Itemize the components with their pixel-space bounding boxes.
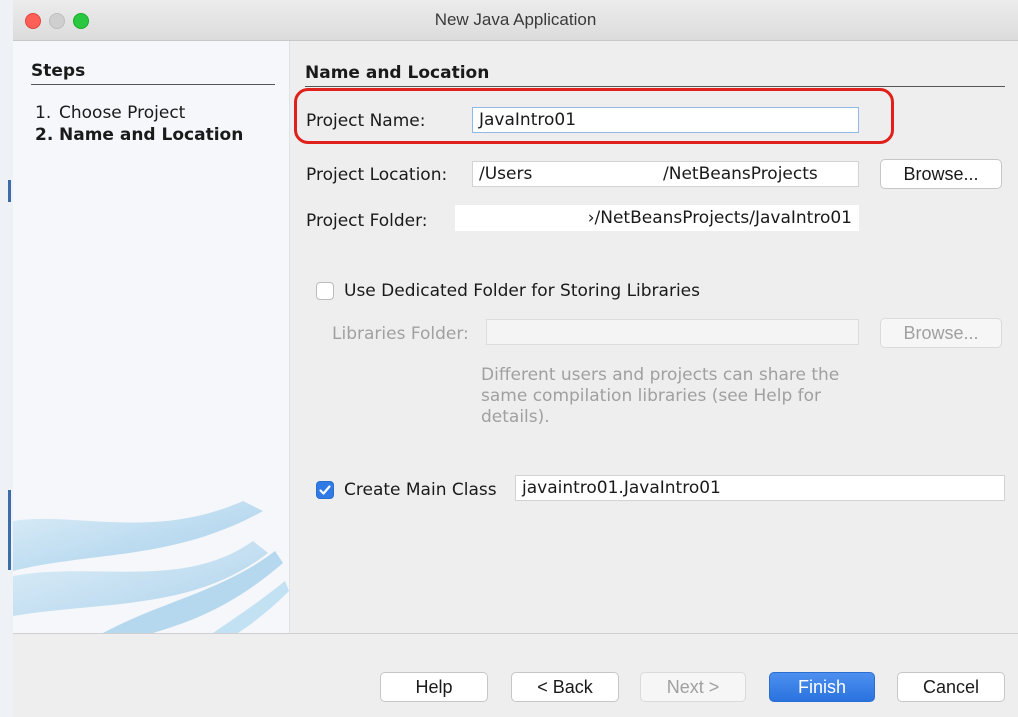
create-main-class-label[interactable]: Create Main Class	[344, 480, 497, 500]
dedicated-folder-label[interactable]: Use Dedicated Folder for Storing Librari…	[344, 281, 700, 301]
project-location-path-start: /Users	[479, 164, 533, 184]
desktop-edge-mark	[8, 180, 11, 202]
desktop-edge-mark	[8, 490, 11, 570]
desktop-edge	[0, 0, 13, 717]
title-bar: New Java Application	[13, 0, 1018, 41]
dedicated-folder-checkbox[interactable]	[316, 282, 334, 300]
project-folder-label: Project Folder:	[306, 211, 428, 231]
checkmark-icon	[319, 485, 331, 495]
step-number: 2.	[35, 125, 54, 145]
create-main-class-checkbox[interactable]	[316, 481, 334, 499]
step-item-choose-project: 1. Choose Project	[35, 103, 185, 123]
libraries-hint-text: Different users and projects can share t…	[481, 365, 840, 427]
window-title: New Java Application	[434, 10, 597, 29]
section-heading: Name and Location	[305, 63, 490, 83]
back-button[interactable]: < Back	[511, 672, 619, 702]
project-location-label: Project Location:	[306, 165, 448, 185]
steps-panel: Steps 1. Choose Project 2. Name and Locati…	[13, 41, 290, 633]
step-item-name-and-location: 2. Name and Location	[35, 125, 243, 145]
main-class-input[interactable]: javaintro01.JavaIntro01	[515, 475, 1005, 501]
next-button[interactable]: Next >	[640, 672, 746, 702]
project-location-browse-button[interactable]: Browse...	[880, 159, 1002, 189]
section-divider	[305, 86, 1005, 87]
highlight-annotation	[294, 88, 894, 144]
project-folder-display: ›/NetBeansProjects/JavaIntro01	[455, 205, 859, 231]
project-location-input[interactable]: /Users /NetBeansProjects	[472, 161, 859, 187]
step-number: 1.	[35, 103, 52, 123]
finish-button[interactable]: Finish	[769, 672, 875, 702]
project-location-path-end: /NetBeansProjects	[663, 164, 818, 184]
step-label: Name and Location	[59, 125, 244, 145]
libraries-folder-input[interactable]	[486, 319, 859, 345]
steps-heading: Steps	[31, 61, 86, 81]
steps-divider	[31, 84, 275, 85]
libraries-browse-button[interactable]: Browse...	[880, 318, 1002, 348]
step-label: Choose Project	[59, 103, 186, 123]
netbeans-watermark-graphic	[13, 501, 289, 633]
cancel-button[interactable]: Cancel	[897, 672, 1005, 702]
libraries-folder-label: Libraries Folder:	[332, 324, 469, 344]
help-button[interactable]: Help	[380, 672, 488, 702]
